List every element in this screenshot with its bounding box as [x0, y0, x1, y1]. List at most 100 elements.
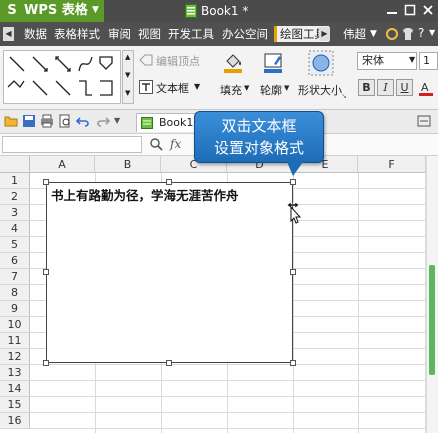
shapes-gallery[interactable] [3, 50, 121, 104]
app-name: WPS 表格 [24, 3, 88, 18]
shirt-icon[interactable] [402, 27, 414, 41]
row-header-13[interactable]: 13 [0, 365, 30, 381]
row-header-4[interactable]: 4 [0, 221, 30, 237]
help-icon[interactable]: ? [418, 26, 424, 40]
textbox-caret-icon[interactable]: ▼ [194, 82, 200, 91]
svg-text:A: A [421, 81, 429, 94]
ribbon-collapse-icon[interactable]: ▼ [429, 28, 435, 37]
row-header-2[interactable]: 2 [0, 189, 30, 205]
menu-scroll-right-icon[interactable]: ▶ [319, 27, 330, 41]
shape-lines-icon[interactable] [4, 51, 122, 105]
tab-list-icon[interactable] [417, 115, 431, 127]
outline-caret-icon[interactable]: ▼ [284, 84, 289, 92]
ribbon-drawing-tools: ▲ ▼ ▼ 编辑顶点 文本框 ▼ 填充 ▼ 轮廓 ▼ 形状大小 ↘ 宋体 ▼ 1… [0, 46, 438, 110]
scroll-up-icon[interactable]: ▲ [125, 53, 130, 61]
minimize-icon[interactable] [384, 2, 400, 18]
resize-handle-bottom[interactable] [166, 360, 172, 366]
font-size-select[interactable]: 1 [419, 52, 438, 70]
row-header-5[interactable]: 5 [0, 237, 30, 253]
shapes-gallery-scroll[interactable]: ▲ ▼ ▼ [122, 50, 134, 104]
row-header-7[interactable]: 7 [0, 269, 30, 285]
document-title: Book1 * [201, 4, 249, 18]
gallery-more-icon[interactable]: ▼ [125, 89, 130, 97]
row-header-16[interactable]: 16 [0, 413, 30, 429]
skin-icon[interactable] [385, 27, 399, 41]
row-header-9[interactable]: 9 [0, 301, 30, 317]
fill-caret-icon[interactable]: ▼ [244, 84, 249, 92]
column-header-f[interactable]: F [358, 156, 426, 173]
menu-view[interactable]: 视图 [138, 26, 161, 42]
resize-handle-bottom-right[interactable] [290, 360, 296, 366]
close-icon[interactable] [420, 2, 436, 18]
column-header-b[interactable]: B [95, 156, 161, 173]
row-header-12[interactable]: 12 [0, 349, 30, 365]
menu-data[interactable]: 数据 [24, 26, 47, 42]
row-header-15[interactable]: 15 [0, 397, 30, 413]
row-header-6[interactable]: 6 [0, 253, 30, 269]
resize-handle-top-right[interactable] [290, 179, 296, 185]
chevron-down-icon: ▼ [92, 5, 99, 15]
column-header-a[interactable]: A [30, 156, 95, 173]
menu-office-space[interactable]: 办公空间 [222, 26, 268, 42]
outline-pen-icon[interactable] [262, 52, 284, 74]
tooltip-line-1: 双击文本框 [221, 117, 297, 135]
underline-button[interactable]: U [396, 79, 413, 96]
resize-handle-right[interactable] [290, 269, 296, 275]
italic-button[interactable]: I [377, 79, 394, 96]
row-header-8[interactable]: 8 [0, 285, 30, 301]
tooltip-callout: 双击文本框 设置对象格式 [194, 111, 324, 163]
scroll-down-icon[interactable]: ▼ [125, 71, 130, 79]
font-name-select[interactable]: 宋体 [357, 52, 417, 70]
row-header-3[interactable]: 3 [0, 205, 30, 221]
resize-handle-top-left[interactable] [43, 179, 49, 185]
redo-icon[interactable] [96, 114, 110, 128]
row-header-10[interactable]: 10 [0, 317, 30, 333]
fill-button[interactable]: 填充 [220, 82, 242, 98]
window-controls [378, 0, 438, 22]
outline-button[interactable]: 轮廓 [260, 82, 282, 98]
name-box[interactable] [2, 136, 142, 153]
font-name-caret-icon[interactable]: ▼ [409, 55, 415, 64]
print-icon[interactable] [40, 114, 54, 128]
wps-app-menu-button[interactable]: S WPS 表格 ▼ [0, 0, 104, 22]
text-box-content[interactable]: 书上有路勤为径，学海无涯苦作舟 [51, 185, 239, 204]
undo-icon[interactable] [76, 114, 90, 128]
row-header-11[interactable]: 11 [0, 333, 30, 349]
menu-developer[interactable]: 开发工具 [168, 26, 214, 42]
fill-bucket-icon[interactable] [222, 52, 244, 74]
fx-button[interactable]: fx [170, 137, 181, 151]
font-color-icon[interactable]: A [417, 79, 435, 97]
textbox-button[interactable]: 文本框 [156, 80, 189, 96]
print-preview-icon[interactable] [58, 114, 72, 128]
vertical-scroll-thumb[interactable] [429, 265, 435, 375]
qat-customize-icon[interactable]: ▼ [114, 116, 120, 125]
row-header-1[interactable]: 1 [0, 173, 30, 189]
menu-review[interactable]: 审阅 [108, 26, 131, 42]
title-bar: S WPS 表格 ▼ Book1 * [0, 0, 438, 22]
row-header-14[interactable]: 14 [0, 381, 30, 397]
resize-handle-bottom-left[interactable] [43, 360, 49, 366]
select-all-corner[interactable] [0, 156, 30, 173]
resize-handle-left[interactable] [43, 269, 49, 275]
bold-button[interactable]: B [358, 79, 375, 96]
tooltip-tail [287, 162, 303, 176]
shape-size-button[interactable]: 形状大小 [298, 82, 342, 98]
menu-table-style[interactable]: 表格样式 [54, 26, 100, 42]
edit-vertex-button[interactable]: 编辑顶点 [156, 53, 200, 69]
zoom-icon[interactable] [150, 138, 163, 151]
open-folder-icon[interactable] [4, 114, 18, 128]
user-name[interactable]: 伟超 [343, 26, 366, 42]
save-icon[interactable] [22, 114, 36, 128]
wps-logo-icon: S [7, 3, 17, 18]
shape-size-icon[interactable] [308, 50, 334, 76]
textbox-icon [139, 80, 153, 94]
resize-handle-top[interactable] [166, 179, 172, 185]
menu-bar: ◀ 数据 表格样式 审阅 视图 开发工具 办公空间 绘图工具 ▶ 伟超 ▼ ? … [0, 22, 438, 46]
user-caret-icon[interactable]: ▼ [370, 29, 377, 39]
menu-scroll-left-icon[interactable]: ◀ [3, 27, 14, 41]
edit-vertex-icon [139, 54, 153, 66]
tab-book1[interactable]: Book1 [136, 113, 198, 132]
maximize-icon[interactable] [402, 2, 418, 18]
dialog-launcher-icon[interactable]: ↘ [341, 92, 347, 100]
text-box-shape[interactable]: 书上有路勤为径，学海无涯苦作舟 [46, 182, 293, 363]
